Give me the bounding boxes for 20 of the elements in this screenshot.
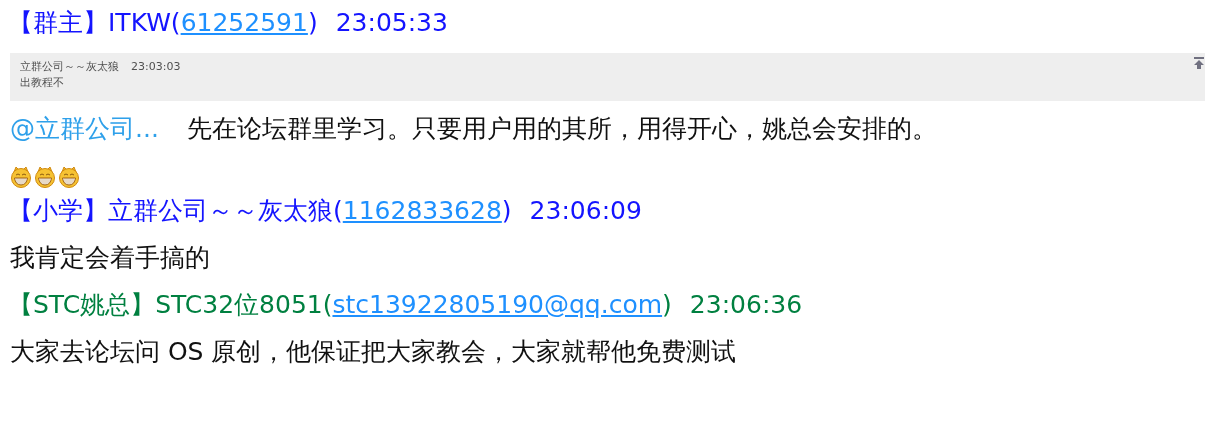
quote-text: 出教程不 — [20, 75, 65, 91]
user-id-link[interactable]: 61252591 — [180, 8, 308, 37]
quote-time: 23:03:03 — [131, 59, 181, 75]
sender-name: 【小学】立群公司～～灰太狼(1162833628) — [8, 195, 512, 227]
sender-name: 【STC姚总】STC32位8051(stc13922805190@qq.com) — [8, 289, 672, 321]
user-id-link[interactable]: stc13922805190@qq.com — [332, 290, 663, 319]
quote-author: 立群公司～～灰太狼 — [20, 59, 119, 75]
grin-emoji-icon — [34, 166, 56, 188]
message-text: 我肯定会着手搞的 — [10, 242, 210, 274]
collapse-icon[interactable] — [1193, 57, 1205, 69]
user-id-link[interactable]: 1162833628 — [342, 196, 502, 225]
message-time: 23:06:36 — [689, 289, 803, 321]
message-text: 先在论坛群里学习。只要用户用的其所，用得开心，姚总会安排的。 — [186, 113, 937, 145]
message-text: 大家去论坛问 OS 原创，他保证把大家教会，大家就帮他免费测试 — [10, 336, 737, 368]
sender-name: 【群主】ITKW(61252591) — [8, 7, 318, 39]
mention-link[interactable]: @立群公司... — [10, 101, 159, 157]
grin-emoji-icon — [10, 166, 32, 188]
message-time: 23:05:33 — [335, 7, 448, 39]
message-time: 23:06:09 — [529, 195, 642, 227]
grin-emoji-icon — [58, 166, 80, 188]
